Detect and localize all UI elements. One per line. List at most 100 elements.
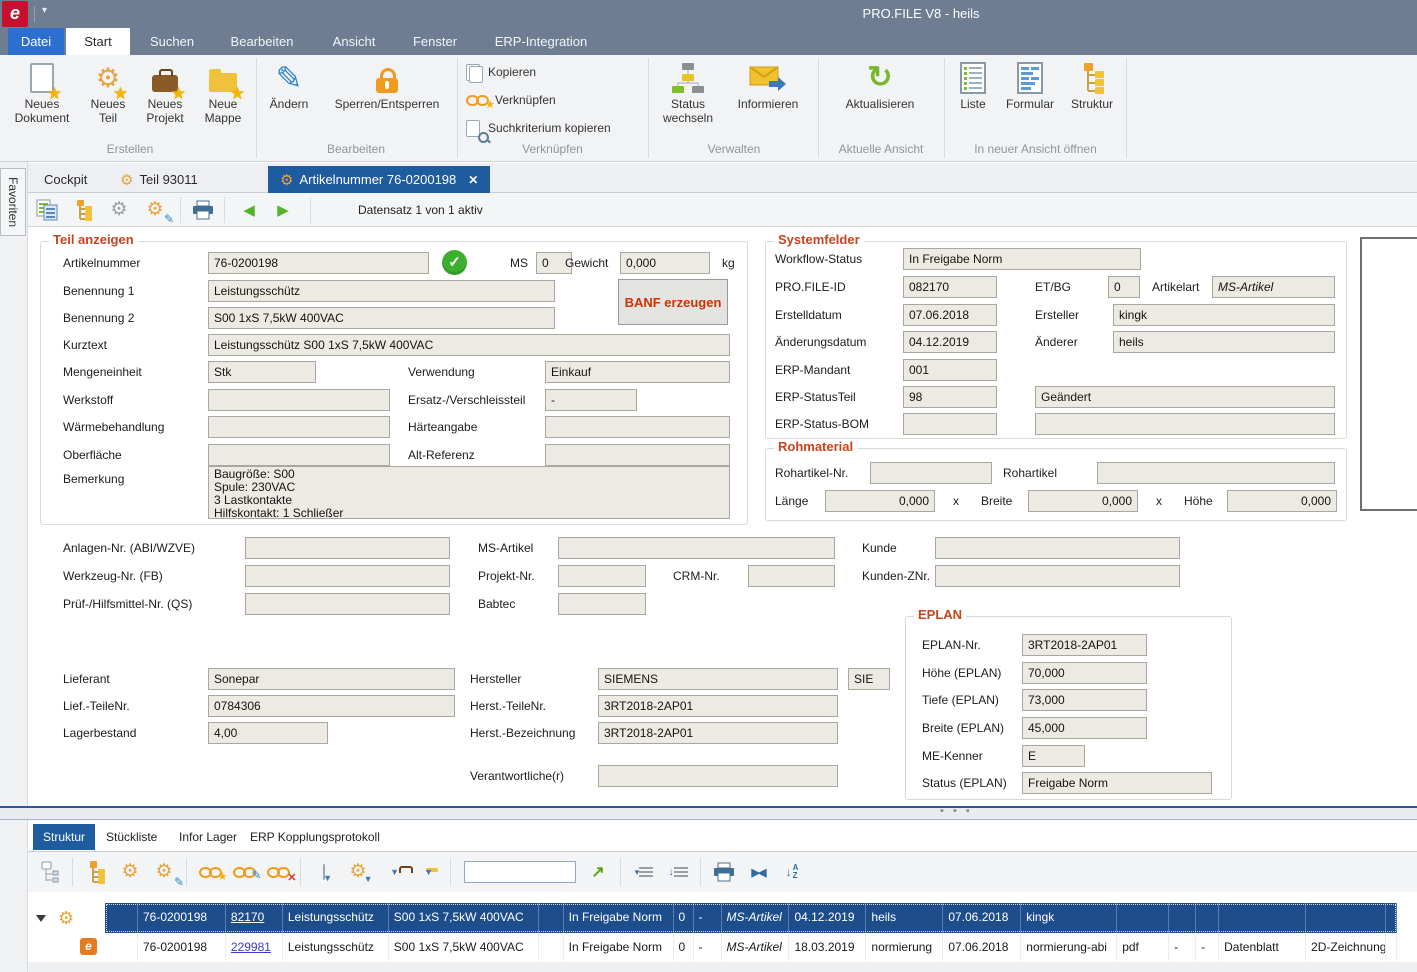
kopieren-button[interactable]: Kopieren	[466, 60, 536, 84]
suchkriterium-kopieren-button[interactable]: Suchkriterium kopieren	[466, 116, 611, 140]
herst-teilenr-field[interactable]: 3RT2018-2AP01	[598, 695, 838, 717]
horizontal-splitter[interactable]	[0, 808, 1417, 819]
tab-struktur[interactable]: Struktur	[33, 824, 95, 850]
tree-settings-icon[interactable]	[36, 859, 64, 885]
menu-tab-suchen[interactable]: Suchen	[134, 28, 210, 55]
tab-infor-lager[interactable]: Infor Lager	[169, 824, 247, 850]
eplan-hoehe-field[interactable]: 70,000	[1022, 662, 1147, 684]
laenge-field[interactable]: 0,000	[825, 490, 935, 512]
kurztext-field[interactable]: Leistungsschütz S00 1xS 7,5kW 400VAC	[208, 334, 730, 356]
alt-referenz-field[interactable]	[545, 444, 730, 466]
tab-erp-kopplungsprotokoll[interactable]: ERP Kopplungsprotokoll	[240, 824, 390, 850]
verantwortliche-field[interactable]	[598, 765, 838, 787]
erp-mandant-field[interactable]: 001	[903, 359, 997, 381]
hersteller-code-field[interactable]: SIE	[848, 668, 890, 690]
clipboard-filter-icon[interactable]: ▼	[378, 859, 406, 885]
waermebehandlung-field[interactable]	[208, 416, 390, 438]
menu-tab-datei[interactable]: Datei	[8, 28, 64, 55]
artikelart-field[interactable]: MS-Artikel	[1212, 276, 1335, 298]
neues-dokument-button[interactable]: ★ Neues Dokument	[10, 59, 74, 125]
werkzeug-nr-field[interactable]	[245, 565, 450, 587]
verwendung-field[interactable]: Einkauf	[545, 361, 730, 383]
gear-filter-icon[interactable]: ⚙▼	[344, 859, 372, 885]
eplan-breite-field[interactable]: 45,000	[1022, 717, 1147, 739]
gear-disabled-icon[interactable]: ⚙	[106, 198, 132, 222]
cell-id-link[interactable]: 82170	[226, 903, 283, 933]
menu-tab-start[interactable]: Start	[66, 28, 130, 55]
structure-small-icon[interactable]	[82, 859, 110, 885]
table-row-selected[interactable]: 76-0200198 82170 Leistungsschütz S00 1xS…	[105, 903, 1397, 933]
search-go-icon[interactable]: ↗	[584, 859, 612, 885]
aendern-button[interactable]: ✎ Ändern	[264, 59, 314, 111]
haerteangabe-field[interactable]	[545, 416, 730, 438]
formular-button[interactable]: Formular	[1000, 59, 1060, 111]
lagerbestand-field[interactable]: 4,00	[208, 722, 328, 744]
favorites-tab[interactable]: Favoriten	[0, 168, 26, 236]
oberflaeche-field[interactable]	[208, 444, 390, 466]
kunden-znr-field[interactable]	[935, 565, 1180, 587]
folder-filter-icon[interactable]: ▼	[412, 859, 440, 885]
tree-expander-icon[interactable]	[36, 915, 46, 922]
gear-edit-icon[interactable]: ⚙✎	[150, 859, 178, 885]
verknuepfen-button[interactable]: ★ Verknüpfen	[466, 88, 556, 112]
et-bg-field[interactable]: 0	[1108, 276, 1140, 298]
print-icon[interactable]	[710, 859, 738, 885]
tab-artikelnummer[interactable]: ⚙ Artikelnummer 76-0200198 ✕	[268, 166, 490, 193]
menu-tab-bearbeiten[interactable]: Bearbeiten	[214, 28, 310, 55]
eplan-tiefe-field[interactable]: 73,000	[1022, 689, 1147, 711]
ersteller-field[interactable]: kingk	[1113, 304, 1335, 326]
sort-az-icon[interactable]: ↓AZ	[778, 859, 806, 885]
tab-teil-93011[interactable]: ⚙ Teil 93011	[108, 166, 210, 193]
erp-status-bom-text-field[interactable]	[1035, 413, 1335, 435]
benennung2-field[interactable]: S00 1xS 7,5kW 400VAC	[208, 307, 555, 329]
gear-icon[interactable]: ⚙	[116, 859, 144, 885]
structure-small-icon[interactable]	[70, 198, 96, 222]
gewicht-field[interactable]: 0,000	[620, 252, 710, 274]
neues-teil-button[interactable]: ⚙★ Neues Teil	[82, 59, 134, 125]
print-icon[interactable]	[190, 198, 216, 222]
aenderer-field[interactable]: heils	[1113, 331, 1335, 353]
next-record-icon[interactable]: ▶	[270, 198, 296, 222]
ms-artikel-field[interactable]	[558, 537, 835, 559]
collapse-all-icon[interactable]: ▾	[630, 859, 658, 885]
mengeneinheit-field[interactable]: Stk	[208, 361, 316, 383]
link-add-icon[interactable]: ★	[196, 859, 224, 885]
erstelldatum-field[interactable]: 07.06.2018	[903, 304, 997, 326]
link-edit-icon[interactable]: ✎	[230, 859, 258, 885]
banf-erzeugen-button[interactable]: BANF erzeugen	[618, 279, 728, 325]
rohartikel-nr-field[interactable]	[870, 462, 992, 484]
lieferant-field[interactable]: Sonepar	[208, 668, 455, 690]
erp-status-bom-field[interactable]	[903, 413, 997, 435]
fit-columns-icon[interactable]: ▶◀	[744, 859, 772, 885]
gear-edit-icon[interactable]: ⚙✎	[142, 198, 168, 222]
herst-bezeichnung-field[interactable]: 3RT2018-2AP01	[598, 722, 838, 744]
liste-button[interactable]: Liste	[952, 59, 994, 111]
erp-statusteil-text-field[interactable]: Geändert	[1035, 386, 1335, 408]
copy-filter-icon[interactable]: ▼	[310, 859, 338, 885]
sperren-entsperren-button[interactable]: Sperren/Entsperren	[322, 59, 452, 111]
previous-record-icon[interactable]: ◀	[236, 198, 262, 222]
informieren-button[interactable]: Informieren	[724, 59, 812, 111]
werkstoff-field[interactable]	[208, 389, 390, 411]
ersatz-verschleissteil-field[interactable]: -	[545, 389, 637, 411]
benennung1-field[interactable]: Leistungsschütz	[208, 280, 555, 302]
neue-mappe-button[interactable]: ★ Neue Mappe	[196, 59, 250, 125]
status-wechseln-button[interactable]: Status wechseln	[656, 59, 720, 125]
tab-cockpit[interactable]: Cockpit	[32, 166, 99, 193]
tab-stueckliste[interactable]: Stückliste	[96, 824, 167, 850]
link-remove-icon[interactable]: ✕	[264, 859, 292, 885]
pruef-hilfsmittel-field[interactable]	[245, 593, 450, 615]
hersteller-field[interactable]: SIEMENS	[598, 668, 838, 690]
babtec-field[interactable]	[558, 593, 646, 615]
rohartikel-field[interactable]	[1097, 462, 1335, 484]
workflow-status-field[interactable]: In Freigabe Norm	[903, 248, 1141, 270]
bemerkung-field[interactable]: Baugröße: S00 Spule: 230VAC 3 Lastkontak…	[208, 466, 730, 519]
kunde-field[interactable]	[935, 537, 1180, 559]
structure-search-input[interactable]	[464, 861, 576, 883]
expand-all-icon[interactable]: ↓	[664, 859, 692, 885]
projekt-nr-field[interactable]	[558, 565, 646, 587]
erp-statusteil-field[interactable]: 98	[903, 386, 997, 408]
breite-field[interactable]: 0,000	[1028, 490, 1138, 512]
copy-view-icon[interactable]	[34, 198, 60, 222]
menu-tab-ansicht[interactable]: Ansicht	[314, 28, 394, 55]
